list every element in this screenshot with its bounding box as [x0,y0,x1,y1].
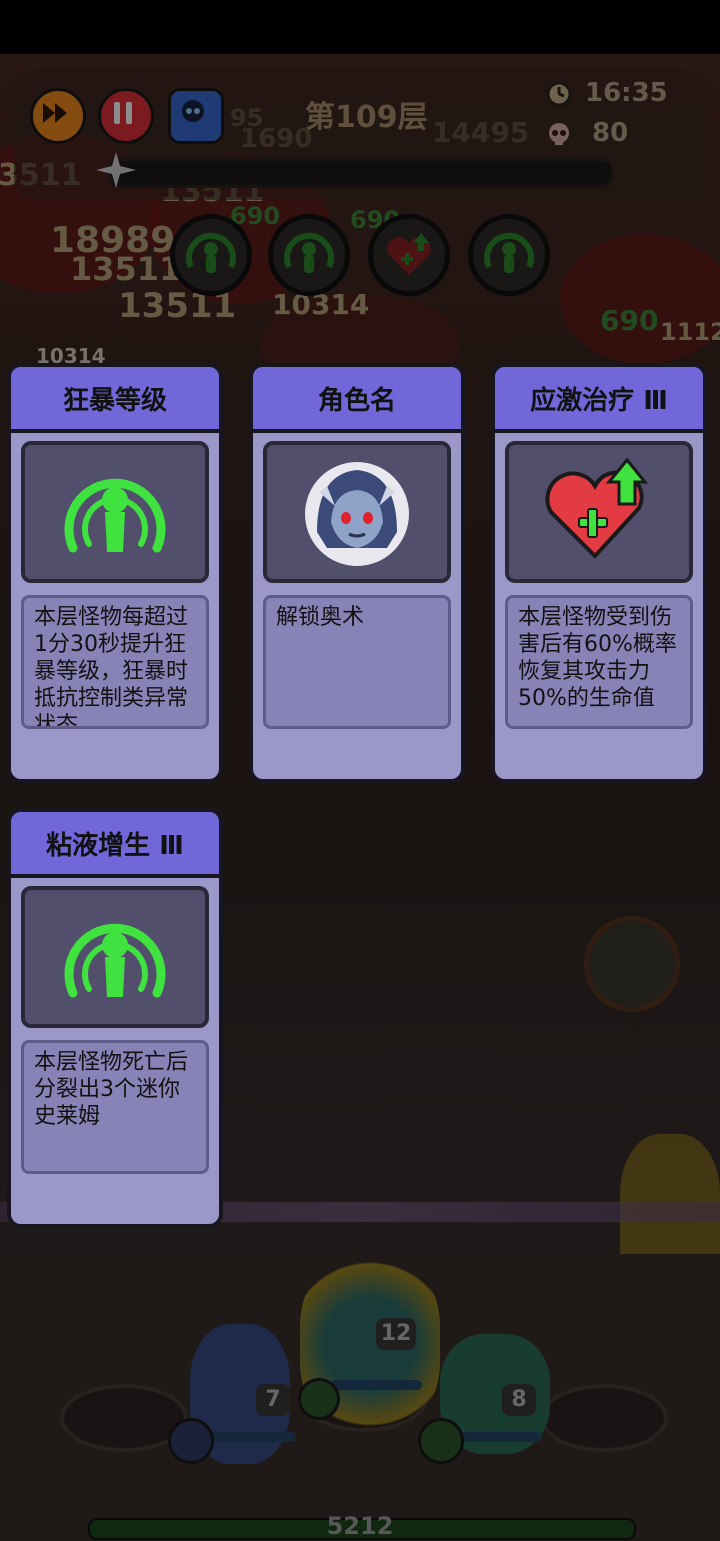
card-title: 角色名 [253,367,461,433]
dim-overlay[interactable] [0,54,720,1541]
card-title: 粘液增生 Ⅲ [11,812,219,878]
card-character-name[interactable]: 角色名 解锁奥术 [249,363,465,783]
card-icon-frame [505,441,693,583]
card-icon-frame [21,441,209,583]
card-description: 本层怪物死亡后分裂出3个迷你史莱姆 [21,1040,209,1174]
card-slime-proliferation[interactable]: 粘液增生 Ⅲ 本层怪物死亡后分裂出3个迷你史莱姆 [7,808,223,1228]
card-title: 应激治疗 Ⅲ [495,367,703,433]
card-frenzy-level[interactable]: 狂暴等级 本层怪物每超过1分30秒提升狂暴等级，狂暴时抵抗控制类异常状态 [7,363,223,783]
hooded-character-portrait [305,462,409,566]
card-stress-healing[interactable]: 应激治疗 Ⅲ 本层怪物受到伤害后有60%概率恢复其攻击力50%的生命值 [491,363,707,783]
heart-heal-up-icon [545,457,649,559]
card-icon-frame [263,441,451,583]
card-description: 本层怪物受到伤害后有60%概率恢复其攻击力50%的生命值 [505,595,693,729]
card-description: 本层怪物每超过1分30秒提升狂暴等级，狂暴时抵抗控制类异常状态 [21,595,209,729]
green-slime-emblem-icon [64,478,166,553]
card-icon-frame [21,886,209,1028]
status-bar [0,0,720,54]
card-title: 狂暴等级 [11,367,219,433]
card-description: 解锁奥术 [263,595,451,729]
green-slime-emblem-icon [64,923,166,998]
